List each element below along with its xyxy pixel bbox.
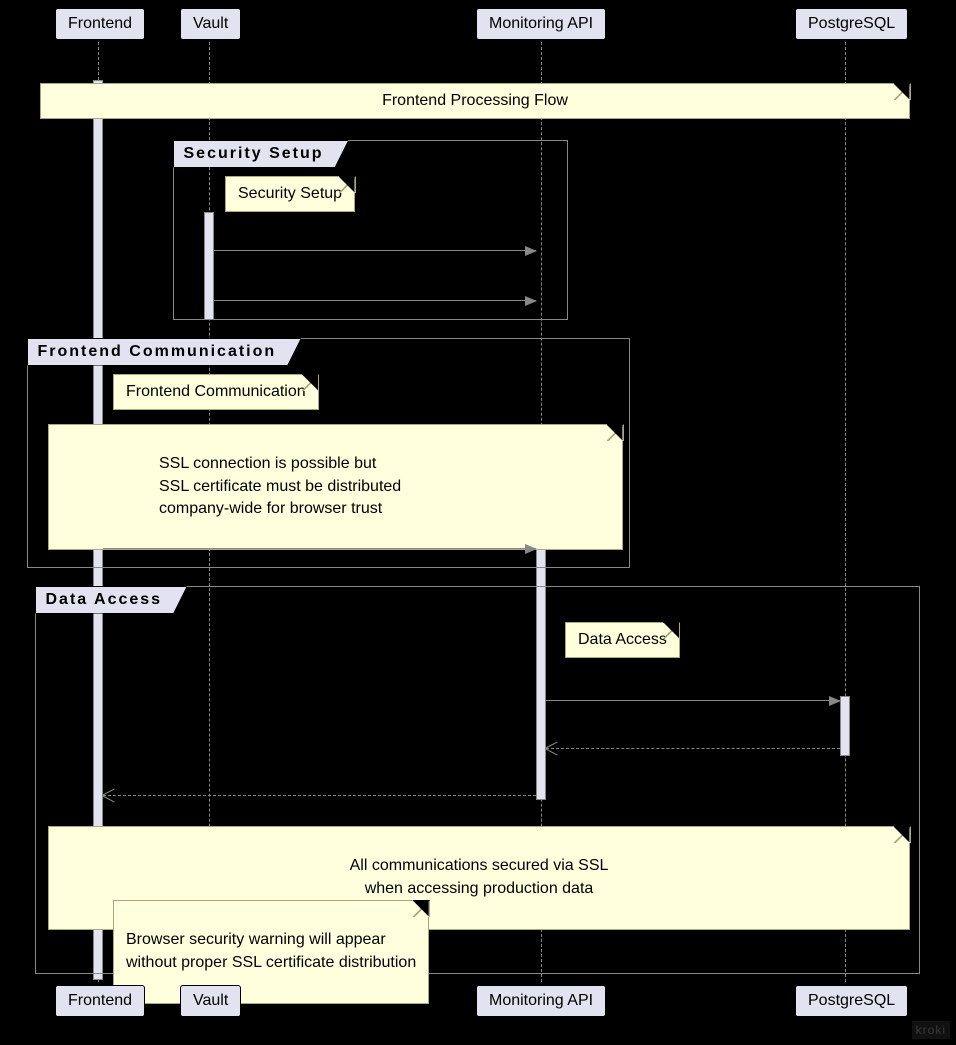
note-text: All communications secured via SSL when … — [350, 857, 609, 896]
participant-postgres-bottom: PostgreSQL — [795, 985, 908, 1017]
note-text: Browser security warning will appear wit… — [126, 931, 416, 970]
label: PostgreSQL — [808, 992, 895, 1009]
label: Frontend — [68, 992, 132, 1009]
group-label: Security Setup — [173, 140, 349, 168]
participant-postgres-top: PostgreSQL — [795, 8, 908, 40]
note-text: Frontend Processing Flow — [382, 92, 568, 109]
label-text: Security Setup — [184, 145, 324, 162]
group-label: Frontend Communication — [27, 338, 302, 366]
note-ssl-possible: SSL connection is possible but SSL certi… — [48, 424, 623, 550]
label: PostgreSQL — [808, 15, 895, 32]
note-data-access: Data Access — [565, 622, 680, 658]
note-fold-icon — [302, 374, 319, 391]
note-text: Security Setup — [238, 185, 342, 202]
label: Monitoring API — [489, 992, 593, 1009]
note-fold-icon — [663, 622, 680, 639]
note-main-title: Frontend Processing Flow — [40, 83, 910, 119]
arrowhead-icon — [525, 246, 537, 256]
arrow-monitoring-to-frontend-return — [103, 795, 536, 796]
label-text: Frontend Communication — [38, 343, 277, 360]
note-fold-icon — [607, 424, 624, 441]
note-text: Data Access — [578, 631, 667, 648]
arrowhead-icon — [829, 696, 841, 706]
arrowhead-icon — [525, 544, 537, 554]
note-text: SSL connection is possible but SSL certi… — [159, 455, 401, 517]
arrow-vault-to-monitoring-1 — [214, 250, 536, 251]
participant-vault-top: Vault — [180, 8, 241, 40]
participant-vault-bottom: Vault — [180, 985, 241, 1017]
arrow-frontend-to-monitoring — [103, 548, 536, 549]
note-browser-warning: Browser security warning will appear wit… — [113, 900, 429, 1004]
note-fold-icon — [894, 826, 911, 843]
group-label: Data Access — [35, 586, 188, 614]
note-text: Frontend Communication — [126, 383, 306, 400]
label: Vault — [193, 992, 228, 1009]
arrow-postgres-to-monitoring-return — [546, 748, 840, 749]
group-security-setup: Security Setup — [173, 140, 568, 320]
arrow-monitoring-to-postgres — [546, 700, 840, 701]
participant-monitoring-top: Monitoring API — [476, 8, 606, 40]
watermark: kroki — [912, 1021, 950, 1039]
label: Vault — [193, 15, 228, 32]
label: Monitoring API — [489, 15, 593, 32]
participant-frontend-top: Frontend — [55, 8, 145, 40]
watermark-text: kroki — [916, 1023, 946, 1037]
note-security-setup: Security Setup — [225, 176, 355, 212]
note-fold-icon — [413, 900, 430, 917]
note-fold-icon — [339, 176, 356, 193]
participant-monitoring-bottom: Monitoring API — [476, 985, 606, 1017]
label-text: Data Access — [46, 591, 163, 608]
arrowhead-icon — [525, 296, 537, 306]
arrow-vault-to-monitoring-2 — [214, 300, 536, 301]
sequence-diagram: Frontend Vault Monitoring API PostgreSQL… — [0, 0, 956, 1045]
participant-frontend-bottom: Frontend — [55, 985, 145, 1017]
note-frontend-communication: Frontend Communication — [113, 374, 319, 410]
note-fold-icon — [894, 83, 911, 100]
label: Frontend — [68, 15, 132, 32]
